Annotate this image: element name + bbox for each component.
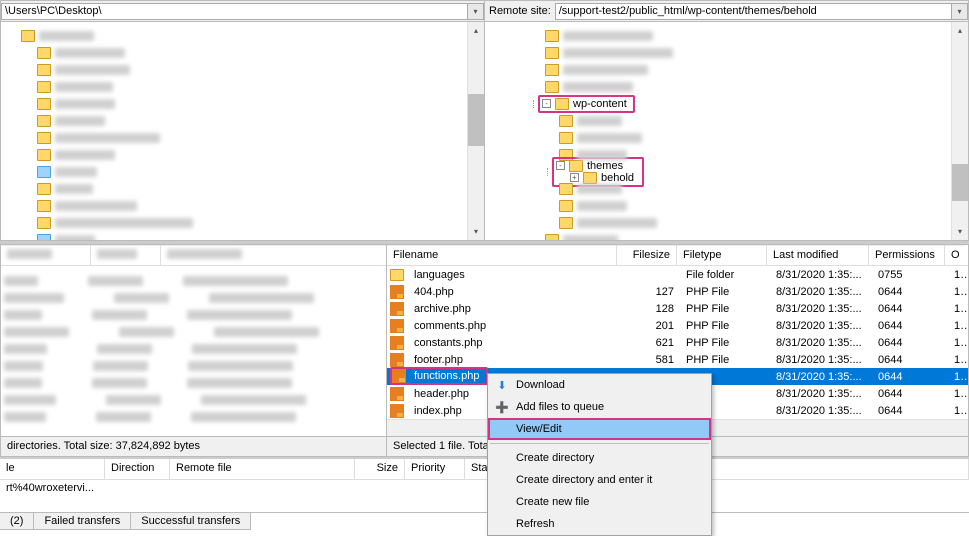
col-modified[interactable]: Last modified: [767, 245, 869, 265]
php-file-icon: [392, 369, 406, 383]
list-item[interactable]: [1, 289, 386, 306]
local-tree-item[interactable]: [21, 112, 467, 129]
col-filename[interactable]: Filename: [387, 245, 617, 265]
transfer-header: le Direction Remote file Size Priority S…: [0, 459, 969, 480]
col-permissions[interactable]: Permissions: [869, 245, 945, 265]
file-row[interactable]: footer.php581PHP File8/31/2020 1:35:...0…: [387, 351, 968, 368]
local-tree-pane: ▾ ▴ ▾: [0, 0, 484, 241]
local-tree-scrollbar[interactable]: ▴ ▾: [467, 22, 484, 240]
add-queue-icon: ➕: [494, 399, 510, 415]
list-item[interactable]: [1, 323, 386, 340]
ctx-add-queue[interactable]: ➕ Add files to queue: [488, 396, 711, 418]
local-path-input[interactable]: [1, 3, 468, 20]
remote-path-bar: Remote site: ▾: [485, 1, 968, 22]
tree-label: behold: [601, 172, 634, 184]
remote-file-list[interactable]: Filename Filesize Filetype Last modified…: [386, 244, 969, 457]
php-file-icon: [390, 404, 404, 418]
tree-label: wp-content: [573, 98, 627, 110]
remote-site-label: Remote site:: [485, 5, 555, 17]
file-row[interactable]: comments.php201PHP File8/31/2020 1:35:..…: [387, 317, 968, 334]
file-row[interactable]: languagesFile folder8/31/2020 1:35:...07…: [387, 266, 968, 283]
tcol-size[interactable]: Size: [355, 459, 405, 479]
remote-path-dropdown[interactable]: ▾: [952, 3, 968, 20]
file-row[interactable]: archive.php128PHP File8/31/2020 1:35:...…: [387, 300, 968, 317]
ctx-refresh[interactable]: Refresh: [488, 513, 711, 535]
local-tree-item[interactable]: [21, 129, 467, 146]
ctx-create-dir[interactable]: Create directory: [488, 447, 711, 469]
php-file-icon: [390, 353, 404, 367]
tree-label: themes: [587, 160, 623, 172]
local-path-dropdown[interactable]: ▾: [468, 3, 484, 20]
local-list-header: [1, 245, 386, 266]
php-file-icon: [390, 387, 404, 401]
local-tree-item[interactable]: [21, 95, 467, 112]
transfer-tabs: (2) Failed transfers Successful transfer…: [0, 512, 969, 530]
list-item[interactable]: [1, 306, 386, 323]
ctx-create-file[interactable]: Create new file: [488, 491, 711, 513]
list-item[interactable]: [1, 408, 386, 425]
tab-failed[interactable]: Failed transfers: [33, 513, 131, 530]
local-tree-item[interactable]: [21, 78, 467, 95]
tab-success[interactable]: Successful transfers: [130, 513, 251, 530]
list-item[interactable]: [1, 391, 386, 408]
transfer-queue: le Direction Remote file Size Priority S…: [0, 459, 969, 530]
local-status: directories. Total size: 37,824,892 byte…: [1, 436, 386, 456]
remote-tree-pane: Remote site: ▾: [484, 0, 969, 241]
download-icon: ⬇: [494, 377, 510, 393]
php-file-icon: [390, 319, 404, 333]
file-row[interactable]: 404.php127PHP File8/31/2020 1:35:...0644…: [387, 283, 968, 300]
remote-tree[interactable]: - wp-content -: [485, 22, 951, 240]
file-row[interactable]: constants.php621PHP File8/31/2020 1:35:.…: [387, 334, 968, 351]
local-tree-item[interactable]: [21, 180, 467, 197]
tcol-local[interactable]: le: [0, 459, 105, 479]
transfer-body[interactable]: rt%40wroxetervi...: [0, 480, 969, 512]
transfer-row[interactable]: rt%40wroxetervi...: [6, 482, 94, 494]
ctx-download[interactable]: ⬇ Download: [488, 374, 711, 396]
tree-node-behold[interactable]: + behold: [556, 172, 634, 184]
tcol-remote[interactable]: Remote file: [170, 459, 355, 479]
list-item[interactable]: [1, 272, 386, 289]
context-menu: ⬇ Download ➕ Add files to queue View/Edi…: [487, 373, 712, 536]
local-path-bar: ▾: [1, 1, 484, 22]
php-file-icon: [390, 302, 404, 316]
ctx-view-edit[interactable]: View/Edit: [488, 418, 711, 440]
col-filetype[interactable]: Filetype: [677, 245, 767, 265]
php-file-icon: [390, 336, 404, 350]
list-item[interactable]: [1, 357, 386, 374]
local-tree-item[interactable]: [21, 214, 467, 231]
col-filesize[interactable]: Filesize: [617, 245, 677, 265]
local-tree-item[interactable]: [21, 44, 467, 61]
tcol-direction[interactable]: Direction: [105, 459, 170, 479]
list-item[interactable]: [1, 340, 386, 357]
local-tree-item[interactable]: [21, 27, 467, 44]
remote-list-header: Filename Filesize Filetype Last modified…: [387, 245, 968, 266]
tab-queued[interactable]: (2): [0, 513, 34, 530]
col-owner[interactable]: O: [945, 245, 965, 265]
php-file-icon: [390, 285, 404, 299]
folder-icon: [390, 269, 404, 281]
local-tree-item[interactable]: [21, 197, 467, 214]
local-tree[interactable]: [1, 22, 467, 240]
local-tree-item[interactable]: [21, 163, 467, 180]
tcol-priority[interactable]: Priority: [405, 459, 465, 479]
local-tree-item[interactable]: [21, 146, 467, 163]
ctx-separator: [490, 443, 709, 444]
remote-tree-scrollbar[interactable]: ▴ ▾: [951, 22, 968, 240]
remote-path-input[interactable]: [555, 3, 952, 20]
list-item[interactable]: [1, 374, 386, 391]
local-tree-item[interactable]: [21, 61, 467, 78]
tree-node-themes[interactable]: - themes: [556, 160, 634, 172]
tree-node-wp-content[interactable]: - wp-content: [538, 95, 635, 113]
ctx-create-dir-enter[interactable]: Create directory and enter it: [488, 469, 711, 491]
local-file-list[interactable]: directories. Total size: 37,824,892 byte…: [0, 244, 386, 457]
local-tree-item[interactable]: [21, 231, 467, 240]
